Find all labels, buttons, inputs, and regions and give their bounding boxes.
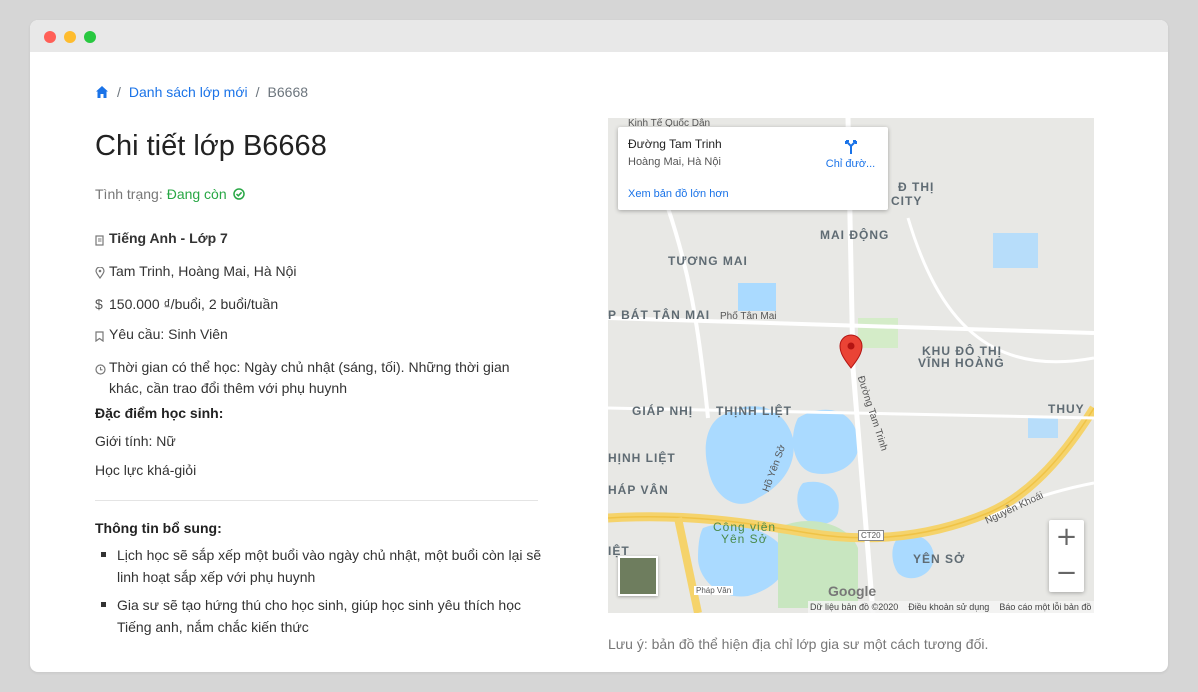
map-data-text: Dữ liệu bản đồ ©2020 — [810, 602, 899, 612]
location-row: Tam Trinh, Hoàng Mai, Hà Nội — [95, 261, 535, 285]
directions-icon — [844, 140, 857, 154]
directions-button[interactable]: Chỉ đườ... — [823, 137, 878, 170]
satellite-toggle[interactable] — [618, 556, 658, 596]
google-map[interactable]: Kinh Tế Quốc Dân Đ THỊ CITY MAI ĐỘNG TƯƠ… — [608, 118, 1094, 613]
status-value: Đang còn — [166, 186, 227, 202]
report-error-link[interactable]: Báo cáo một lỗi bản đồ — [999, 601, 1091, 613]
map-label: MAI ĐỘNG — [820, 228, 890, 242]
map-label: Yên Sở — [721, 532, 768, 546]
map-label: TƯƠNG MAI — [668, 254, 748, 268]
student-gender: Giới tính: Nữ — [95, 433, 176, 449]
close-window-button[interactable] — [44, 31, 56, 43]
breadcrumb: / Danh sách lớp mới / B6668 — [95, 84, 308, 100]
map-footer: Dữ liệu bản đồ ©2020 Điều khoản sử dụng … — [808, 601, 1094, 613]
fee-row: $ 150.000 ₫/buổi, 2 buổi/tuần — [95, 294, 535, 315]
map-note: Lưu ý: bản đồ thể hiện địa chỉ lớp gia s… — [608, 636, 989, 652]
map-pin-icon — [95, 264, 109, 285]
subject-row: Tiếng Anh - Lớp 7 — [95, 228, 535, 252]
time-text: Thời gian có thể học: Ngày chủ nhật (sán… — [109, 359, 510, 396]
status-line: Tình trạng: Đang còn — [95, 186, 245, 202]
map-label: GIÁP NHỊ — [632, 404, 694, 418]
map-label: CT20 — [858, 530, 884, 541]
minimize-window-button[interactable] — [64, 31, 76, 43]
dollar-icon: $ — [95, 296, 103, 312]
book-icon — [95, 231, 109, 252]
class-info: Tiếng Anh - Lớp 7 Tam Trinh, Hoàng Mai, … — [95, 228, 535, 408]
zoom-out-button[interactable]: − — [1049, 556, 1084, 592]
map-label: Pháp Vân — [694, 586, 734, 595]
clock-icon — [95, 360, 109, 381]
time-row: Thời gian có thể học: Ngày chủ nhật (sán… — [95, 357, 535, 399]
map-label: YÊN SỞ — [913, 552, 966, 566]
map-label: P BÁT TÂN MAI — [608, 308, 711, 322]
student-level: Học lực khá-giỏi — [95, 462, 197, 478]
fee-text: 150.000 ₫/buổi, 2 buổi/tuần — [109, 296, 279, 312]
map-label: HÁP VÂN — [608, 483, 669, 497]
zoom-in-button[interactable]: + — [1049, 520, 1084, 556]
zoom-controls: + − — [1049, 520, 1084, 592]
terms-link[interactable]: Điều khoản sử dụng — [908, 601, 989, 613]
breadcrumb-separator: / — [117, 84, 121, 100]
map-label: Đ THỊ — [898, 180, 935, 194]
place-name: Đường Tam Trinh — [628, 137, 722, 151]
extra-heading: Thông tin bổ sung: — [95, 520, 222, 536]
map-label: Phố Tân Mai — [720, 311, 777, 322]
browser-window: / Danh sách lớp mới / B6668 Chi tiết lớp… — [30, 20, 1168, 672]
check-circle-icon — [232, 188, 245, 200]
breadcrumb-separator: / — [255, 84, 260, 100]
directions-label: Chỉ đườ... — [825, 158, 876, 170]
divider — [95, 500, 538, 501]
page-title: Chi tiết lớp B6668 — [95, 130, 327, 162]
home-icon[interactable] — [95, 85, 109, 99]
map-label: THUY — [1048, 402, 1085, 416]
map-label: VĨNH HOÀNG — [918, 356, 1005, 370]
bookmark-icon — [95, 327, 109, 348]
extra-list: Lịch học sẽ sắp xếp một buổi vào ngày ch… — [95, 544, 545, 644]
subject-text: Tiếng Anh - Lớp 7 — [109, 230, 228, 246]
requirement-row: Yêu cầu: Sinh Viên — [95, 324, 535, 348]
window-titlebar — [30, 20, 1168, 52]
map-label: HỊNH LIỆT — [608, 451, 676, 465]
student-heading: Đặc điểm học sinh: — [95, 405, 224, 421]
map-label: CITY — [891, 194, 923, 208]
list-item: Lịch học sẽ sắp xếp một buổi vào ngày ch… — [95, 544, 545, 588]
breadcrumb-list-link[interactable]: Danh sách lớp mới — [129, 84, 248, 100]
google-logo: Google — [828, 583, 877, 599]
requirement-text: Yêu cầu: Sinh Viên — [109, 326, 228, 342]
map-label: THỊNH LIỆT — [716, 404, 792, 418]
status-label: Tình trạng: — [95, 186, 163, 202]
place-card: Đường Tam Trinh Hoàng Mai, Hà Nội Xem bả… — [618, 127, 888, 210]
place-address: Hoàng Mai, Hà Nội — [628, 156, 721, 168]
maximize-window-button[interactable] — [84, 31, 96, 43]
bigger-map-link[interactable]: Xem bản đồ lớn hơn — [628, 188, 729, 200]
breadcrumb-current: B6668 — [267, 84, 309, 100]
location-text: Tam Trinh, Hoàng Mai, Hà Nội — [109, 263, 297, 279]
list-item: Gia sư sẽ tạo hứng thú cho học sinh, giú… — [95, 594, 545, 638]
